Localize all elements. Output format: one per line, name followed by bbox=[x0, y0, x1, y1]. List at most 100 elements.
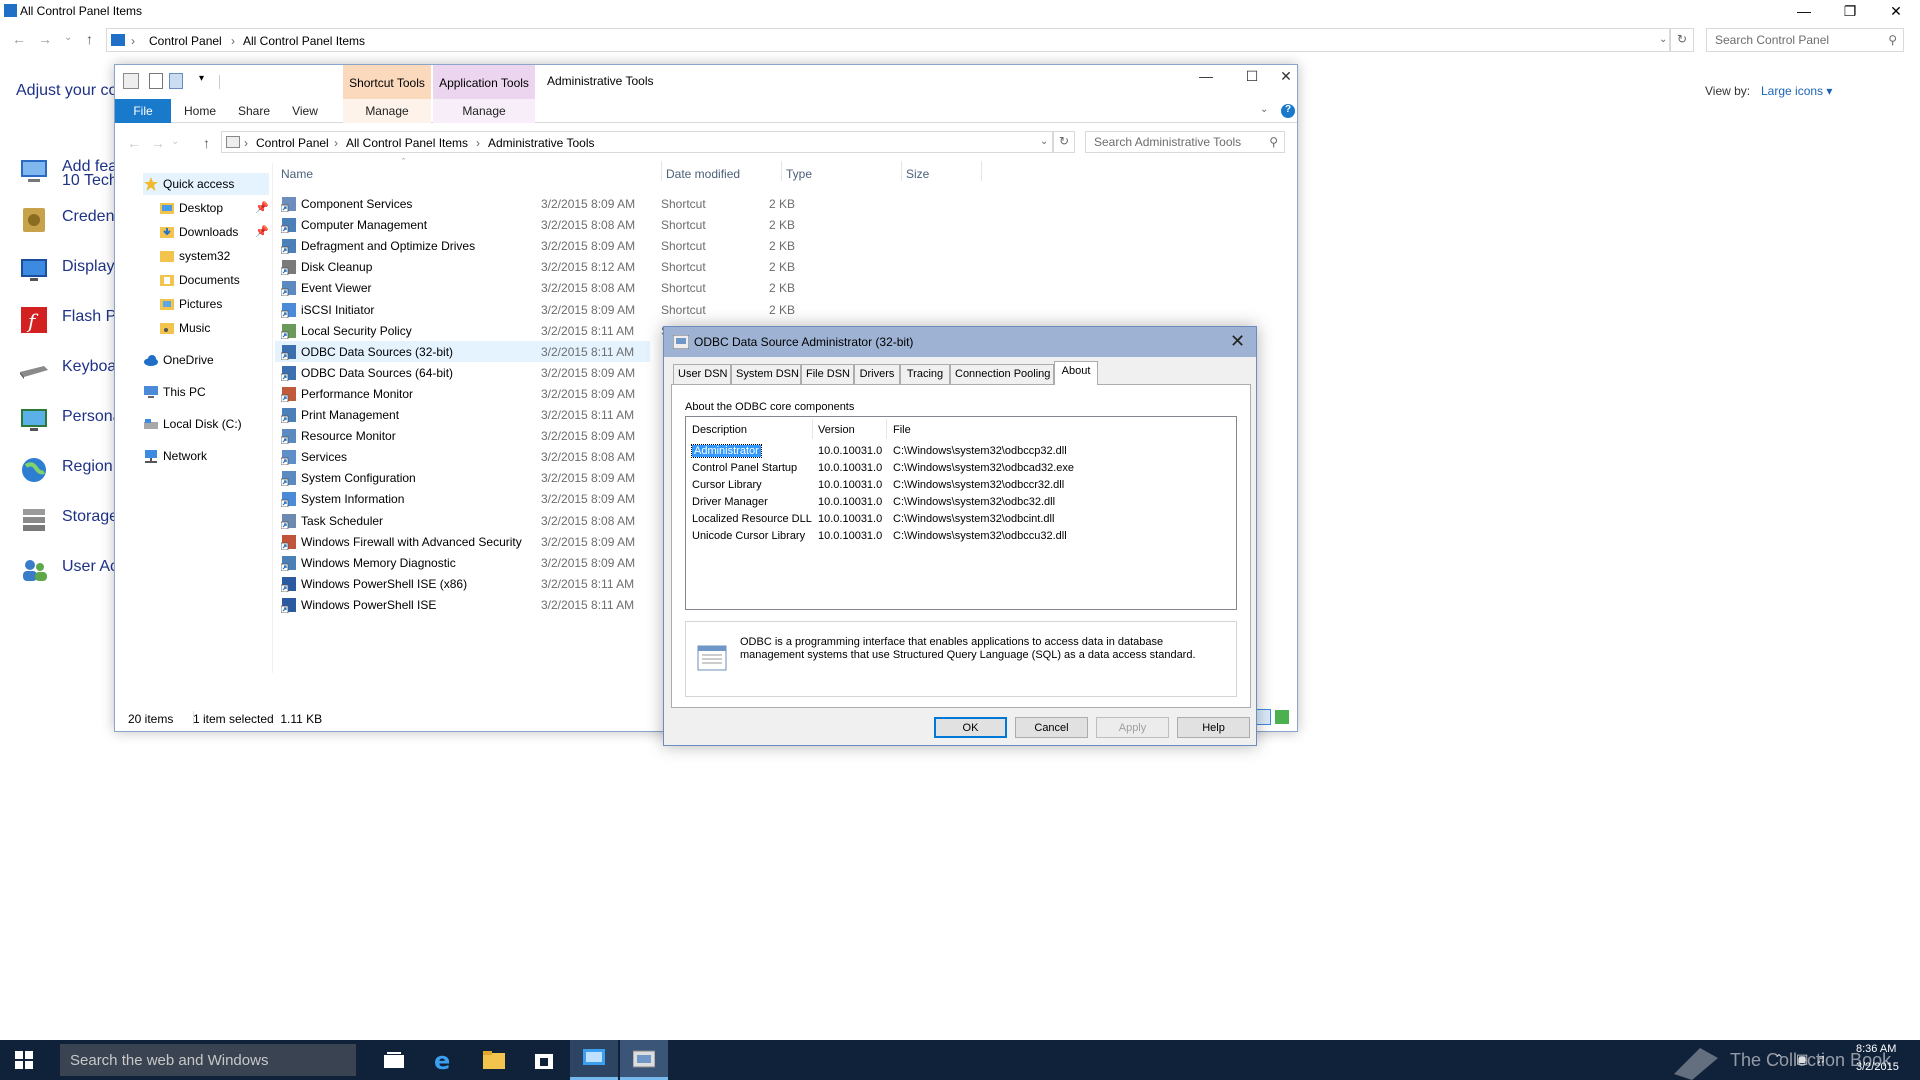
restore-button[interactable]: ❐ bbox=[1827, 0, 1873, 22]
context-tab-shortcut-tools[interactable]: Shortcut Tools bbox=[343, 65, 431, 99]
explorer-minimize-button[interactable]: — bbox=[1183, 65, 1229, 87]
nav-pictures[interactable]: Pictures bbox=[159, 293, 271, 315]
component-row[interactable]: Unicode Cursor Library 10.0.10031.0 C:\Win… bbox=[692, 528, 1232, 545]
chevron-down-icon[interactable]: ⌄ bbox=[1040, 136, 1048, 147]
breadcrumb-control-panel[interactable]: Control Panel bbox=[149, 34, 222, 48]
nav-onedrive[interactable]: OneDrive bbox=[143, 349, 269, 371]
tab-about[interactable]: About bbox=[1054, 361, 1098, 385]
nav-system32[interactable]: system32 bbox=[159, 245, 271, 267]
file-row[interactable]: Defragment and Optimize Drives 3/2/2015 8… bbox=[275, 235, 795, 256]
column-version[interactable]: Version bbox=[818, 424, 855, 436]
component-row[interactable]: Driver Manager 10.0.10031.0 C:\Windows\sys… bbox=[692, 494, 1232, 511]
tab-connection-pooling[interactable]: Connection Pooling bbox=[950, 364, 1054, 384]
control-panel-task-button[interactable] bbox=[570, 1040, 618, 1080]
file-row[interactable]: Performance Monitor 3/2/2015 8:09 AM bbox=[275, 383, 635, 404]
components-list[interactable]: Description Version File Administrator 10… bbox=[685, 416, 1237, 610]
context-tab-application-tools[interactable]: Application Tools bbox=[433, 65, 535, 99]
component-row[interactable]: Cursor Library 10.0.10031.0 C:\Windows\sys… bbox=[692, 477, 1232, 494]
column-date-modified[interactable]: Date modified bbox=[666, 167, 740, 181]
component-row[interactable]: Control Panel Startup 10.0.10031.0 C:\Wind… bbox=[692, 460, 1232, 477]
ribbon-expand-icon[interactable]: ⌄ bbox=[1260, 104, 1268, 115]
large-icons-view-icon[interactable] bbox=[1275, 710, 1289, 724]
store-button[interactable] bbox=[520, 1040, 568, 1080]
file-row[interactable]: ODBC Data Sources (32-bit) 3/2/2015 8:11 … bbox=[275, 340, 650, 362]
volume-tray-icon[interactable]: ♬ bbox=[1816, 1051, 1829, 1066]
breadcrumb-all-items[interactable]: All Control Panel Items bbox=[346, 136, 468, 150]
file-row[interactable]: Windows PowerShell ISE 3/2/2015 8:11 AM bbox=[275, 594, 635, 615]
chevron-up-icon[interactable]: ⌃ bbox=[1774, 1052, 1784, 1066]
nav-network[interactable]: Network bbox=[143, 445, 269, 467]
file-row[interactable]: iSCSI Initiator 3/2/2015 8:09 AM Shortcut 2… bbox=[275, 299, 795, 320]
breadcrumb-all-items[interactable]: All Control Panel Items bbox=[243, 34, 365, 48]
clock-time[interactable]: 8:36 AM bbox=[1856, 1043, 1896, 1055]
back-arrow-icon[interactable]: ← bbox=[127, 135, 141, 151]
pin-icon[interactable]: 📌 bbox=[255, 225, 269, 238]
start-button[interactable] bbox=[0, 1040, 48, 1080]
tab-system-dsn[interactable]: System DSN bbox=[731, 364, 801, 384]
explorer-search-input[interactable]: Search Administrative Tools ⚲ bbox=[1085, 131, 1285, 153]
ok-button[interactable]: OK bbox=[934, 717, 1007, 738]
file-row[interactable]: Event Viewer 3/2/2015 8:08 AM Shortcut 2 KB bbox=[275, 277, 795, 298]
file-row[interactable]: System Information 3/2/2015 8:09 AM bbox=[275, 488, 635, 509]
file-explorer-button[interactable] bbox=[470, 1040, 518, 1080]
address-box[interactable]: › Control Panel › All Control Panel Item… bbox=[106, 28, 1670, 52]
forward-arrow-icon[interactable]: → bbox=[151, 135, 165, 151]
chevron-down-icon[interactable]: ⌄ bbox=[171, 136, 179, 147]
refresh-button[interactable]: ↻ bbox=[1053, 131, 1075, 153]
file-row[interactable]: Computer Management 3/2/2015 8:08 AM Short… bbox=[275, 214, 795, 235]
forward-arrow-icon[interactable]: → bbox=[38, 31, 52, 47]
component-row[interactable]: Administrator 10.0.10031.0 C:\Windows\syst… bbox=[691, 443, 1232, 460]
taskbar-search-input[interactable]: Search the web and Windows bbox=[60, 1044, 356, 1076]
refresh-button[interactable]: ↻ bbox=[1670, 28, 1694, 52]
internet-explorer-button[interactable]: e bbox=[420, 1040, 468, 1080]
clock-date[interactable]: 3/2/2015 bbox=[1856, 1061, 1899, 1073]
column-type[interactable]: Type bbox=[786, 167, 812, 181]
file-row[interactable]: Services 3/2/2015 8:08 AM bbox=[275, 446, 635, 467]
column-description[interactable]: Description bbox=[692, 424, 747, 436]
close-button[interactable]: ✕ bbox=[1873, 0, 1919, 22]
tab-tracing[interactable]: Tracing bbox=[900, 364, 950, 384]
pin-icon[interactable]: 📌 bbox=[255, 201, 269, 214]
ribbon-tab-share[interactable]: Share bbox=[229, 99, 279, 123]
nav-documents[interactable]: Documents bbox=[159, 269, 271, 291]
quick-access-toolbar-dropdown-icon[interactable]: ▾ bbox=[199, 73, 204, 84]
breadcrumb-control-panel[interactable]: Control Panel bbox=[256, 136, 329, 150]
file-row[interactable]: Local Security Policy3/2/2015 8:11 AMSho… bbox=[275, 320, 795, 341]
search-input[interactable]: Search Control Panel ⚲ bbox=[1706, 28, 1904, 52]
explorer-close-button[interactable]: ✕ bbox=[1275, 65, 1297, 87]
file-row[interactable]: System Configuration 3/2/2015 8:09 AM bbox=[275, 467, 635, 488]
ribbon-tab-view[interactable]: View bbox=[283, 99, 327, 123]
nav-music[interactable]: Music bbox=[159, 317, 271, 339]
ribbon-tab-home[interactable]: Home bbox=[175, 99, 225, 123]
apply-button[interactable]: Apply bbox=[1096, 717, 1169, 738]
explorer-address-box[interactable]: › Control Panel › All Control Panel Item… bbox=[221, 131, 1053, 153]
file-row[interactable]: Windows PowerShell ISE (x86) 3/2/2015 8:1… bbox=[275, 573, 635, 594]
back-arrow-icon[interactable]: ← bbox=[12, 31, 26, 47]
task-view-button[interactable] bbox=[370, 1040, 418, 1080]
nav-local-disk[interactable]: Local Disk (C:) bbox=[143, 413, 269, 435]
network-tray-icon[interactable]: ▣ bbox=[1796, 1051, 1808, 1067]
file-row[interactable]: Windows Memory Diagnostic 3/2/2015 8:09 A… bbox=[275, 552, 635, 573]
up-arrow-icon[interactable]: ↑ bbox=[86, 31, 93, 47]
up-arrow-icon[interactable]: ↑ bbox=[203, 135, 210, 151]
ribbon-tab-file[interactable]: File bbox=[115, 99, 171, 123]
file-row[interactable]: Print Management 3/2/2015 8:11 AM bbox=[275, 404, 635, 425]
help-icon[interactable]: ? bbox=[1281, 104, 1295, 118]
minimize-button[interactable]: — bbox=[1781, 0, 1827, 22]
view-by-dropdown[interactable]: Large icons ▾ bbox=[1761, 84, 1832, 98]
file-row[interactable]: Task Scheduler 3/2/2015 8:08 AM bbox=[275, 510, 635, 531]
column-size[interactable]: Size bbox=[906, 167, 929, 181]
column-name[interactable]: Name bbox=[281, 167, 313, 181]
nav-quick-access[interactable]: Quick access bbox=[143, 173, 269, 195]
cancel-button[interactable]: Cancel bbox=[1015, 717, 1088, 738]
tab-file-dsn[interactable]: File DSN bbox=[801, 364, 854, 384]
new-folder-icon[interactable] bbox=[169, 73, 183, 89]
file-row[interactable]: ODBC Data Sources (64-bit) 3/2/2015 8:09 … bbox=[275, 362, 635, 383]
explorer-maximize-button[interactable]: ☐ bbox=[1229, 65, 1275, 87]
odbc-close-button[interactable]: ✕ bbox=[1230, 331, 1245, 352]
help-button[interactable]: Help bbox=[1177, 717, 1250, 738]
file-row[interactable]: Windows Firewall with Advanced Security 3… bbox=[275, 531, 635, 552]
details-view-icon[interactable] bbox=[1255, 709, 1271, 725]
properties-icon[interactable] bbox=[149, 73, 163, 89]
ribbon-tab-manage-shortcut[interactable]: Manage bbox=[343, 99, 431, 123]
